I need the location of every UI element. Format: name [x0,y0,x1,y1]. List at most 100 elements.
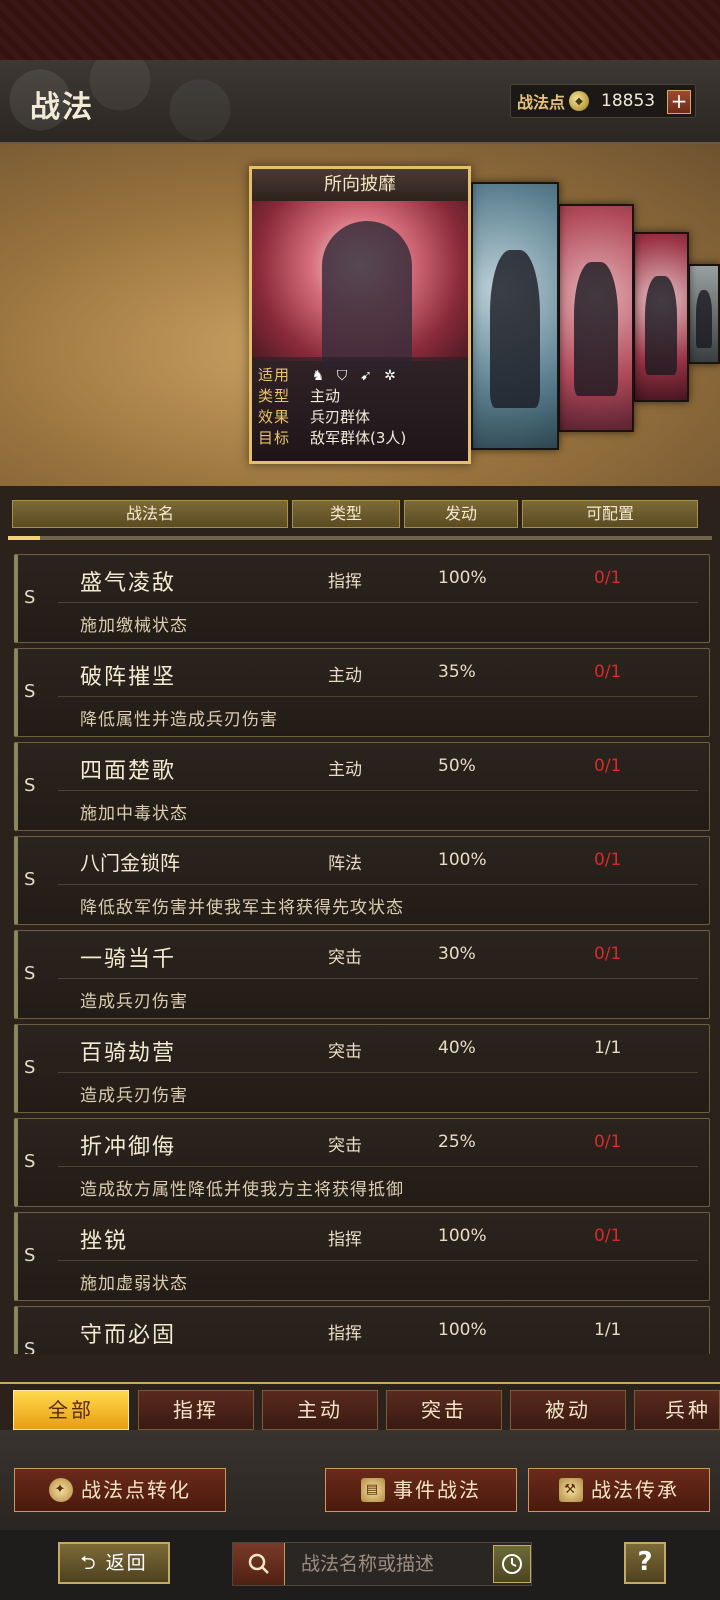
skill-name: 百骑劫营 [80,1041,177,1066]
skill-rate: 30% [438,944,476,964]
skill-row[interactable]: S 一骑当千 突击 30% 0/1 造成兵刃伤害 [14,930,710,1019]
row-divider [58,602,698,603]
add-points-button[interactable]: + [667,90,691,114]
skill-row[interactable]: S 折冲御侮 突击 25% 0/1 造成敌方属性降低并使我方主将获得抵御 [14,1118,710,1207]
skill-type: 突击 [328,948,362,968]
featured-card-name: 所向披靡 [252,169,468,201]
skill-grade: S [24,963,36,984]
skill-grade: S [24,1339,36,1354]
shield-icon: ⛉ [336,367,348,384]
tactic-card-back[interactable] [688,264,720,364]
back-label: 返回 [105,1552,148,1574]
skill-grade: S [24,1057,36,1078]
card-info-key: 效果 [258,408,291,426]
skill-desc: 降低敌军伤害并使我军主将获得先攻状态 [80,898,404,918]
row-divider [58,1166,698,1167]
skill-type: 突击 [328,1042,362,1062]
tactic-points-value: 18853 [601,91,656,111]
tactic-card-back[interactable] [558,204,634,432]
skill-list-panel: 战法名 类型 发动 可配置 S 盛气凌敌 指挥 100% 0/1 施加缴械状态 … [0,486,720,1382]
card-art-figure [322,221,412,371]
skill-type: 主动 [328,666,362,686]
column-header-config[interactable]: 可配置 [522,500,698,528]
event-tactics-label: 事件战法 [393,1478,481,1502]
skill-config: 1/1 [594,1320,622,1340]
inherit-tactics-label: 战法传承 [591,1478,679,1502]
featured-tactic-card[interactable]: 所向披靡 适用 ♞ ⛉ ➹ ✲ 类型 主动 效果 兵刃群体 目标 敌军群体(3人… [249,166,471,464]
skill-grade: S [24,587,36,608]
column-header-type[interactable]: 类型 [292,500,400,528]
search-input[interactable] [285,1543,485,1585]
skill-desc: 造成兵刃伤害 [80,992,188,1012]
tactic-points-label: 战法点 [517,93,566,112]
back-button[interactable]: ⮌ 返回 [58,1542,170,1584]
row-divider [58,978,698,979]
row-divider [58,884,698,885]
card-info-value: 敌军群体(3人) [310,429,407,447]
skill-config: 0/1 [594,568,622,588]
list-scroll-thumb[interactable] [8,536,40,540]
featured-card-art [252,201,468,371]
search-button[interactable] [233,1543,285,1585]
skill-config: 0/1 [594,1132,622,1152]
action-bar: ✦ 战法点转化 ▤ 事件战法 ⚒ 战法传承 [0,1430,720,1530]
skill-desc: 施加缴械状态 [80,616,188,636]
skill-rate: 35% [438,662,476,682]
skill-rows[interactable]: S 盛气凌敌 指挥 100% 0/1 施加缴械状态 S 破阵摧坚 主动 35% … [14,554,710,1354]
tab-troop[interactable]: 兵种 [634,1390,720,1430]
card-showcase: 所向披靡 适用 ♞ ⛉ ➹ ✲ 类型 主动 效果 兵刃群体 目标 敌军群体(3人… [0,144,720,486]
header: 战法 战法点 ◆ 18853 + [0,60,720,144]
inherit-tactics-button[interactable]: ⚒ 战法传承 [528,1468,710,1512]
tab-assault[interactable]: 突击 [386,1390,502,1430]
card-info-value: 主动 [310,387,341,405]
skill-config: 0/1 [594,1226,622,1246]
tab-command[interactable]: 指挥 [138,1390,254,1430]
card-info-row: 类型 主动 [258,386,462,407]
tab-all[interactable]: 全部 [13,1390,129,1430]
skill-rate: 100% [438,850,487,870]
tab-passive[interactable]: 被动 [510,1390,626,1430]
skill-name: 守而必固 [80,1323,177,1348]
tab-active[interactable]: 主动 [262,1390,378,1430]
skill-desc: 降低属性并造成兵刃伤害 [80,710,278,730]
skill-grade: S [24,1151,36,1172]
skill-rate: 40% [438,1038,476,1058]
tactic-card-back[interactable] [471,182,559,450]
skill-name: 折冲御侮 [80,1135,177,1160]
skill-rate: 100% [438,1226,487,1246]
tactic-card-back[interactable] [633,232,689,402]
skill-row[interactable]: S 百骑劫营 突击 40% 1/1 造成兵刃伤害 [14,1024,710,1113]
skill-row[interactable]: S 挫锐 指挥 100% 0/1 施加虚弱状态 [14,1212,710,1301]
help-button[interactable]: ? [624,1542,666,1584]
skill-config: 0/1 [594,944,622,964]
card-info-value: 兵刃群体 [310,408,371,426]
skill-row[interactable]: S 守而必固 指挥 100% 1/1 [14,1306,710,1354]
top-banner [0,0,720,60]
skill-row[interactable]: S 破阵摧坚 主动 35% 0/1 降低属性并造成兵刃伤害 [14,648,710,737]
skill-row[interactable]: S 八门金锁阵 阵法 100% 0/1 降低敌军伤害并使我军主将获得先攻状态 [14,836,710,925]
filter-tabs: 全部 指挥 主动 突击 被动 兵种 [0,1382,720,1430]
event-tactics-button[interactable]: ▤ 事件战法 [325,1468,517,1512]
skill-row[interactable]: S 盛气凌敌 指挥 100% 0/1 施加缴械状态 [14,554,710,643]
convert-points-button[interactable]: ✦ 战法点转化 [14,1468,226,1512]
skill-rate: 50% [438,756,476,776]
row-divider [58,1072,698,1073]
table-header: 战法名 类型 发动 可配置 [12,500,710,528]
column-header-rate[interactable]: 发动 [404,500,518,528]
skill-name: 一骑当千 [80,947,177,972]
column-header-name[interactable]: 战法名 [12,500,288,528]
skill-type: 突击 [328,1136,362,1156]
clock-icon [502,1554,522,1574]
history-button[interactable] [493,1545,531,1583]
skill-type: 指挥 [328,572,362,592]
card-info-row: 适用 ♞ ⛉ ➹ ✲ [258,365,462,386]
list-scrollbar[interactable] [8,536,712,540]
skill-type: 主动 [328,760,362,780]
skill-rate: 25% [438,1132,476,1152]
footer-bar: ⮌ 返回 ? [0,1530,720,1600]
skill-desc: 造成兵刃伤害 [80,1086,188,1106]
card-info-row: 效果 兵刃群体 [258,407,462,428]
skill-name: 四面楚歌 [80,759,177,784]
skill-row[interactable]: S 四面楚歌 主动 50% 0/1 施加中毒状态 [14,742,710,831]
skill-grade: S [24,1245,36,1266]
